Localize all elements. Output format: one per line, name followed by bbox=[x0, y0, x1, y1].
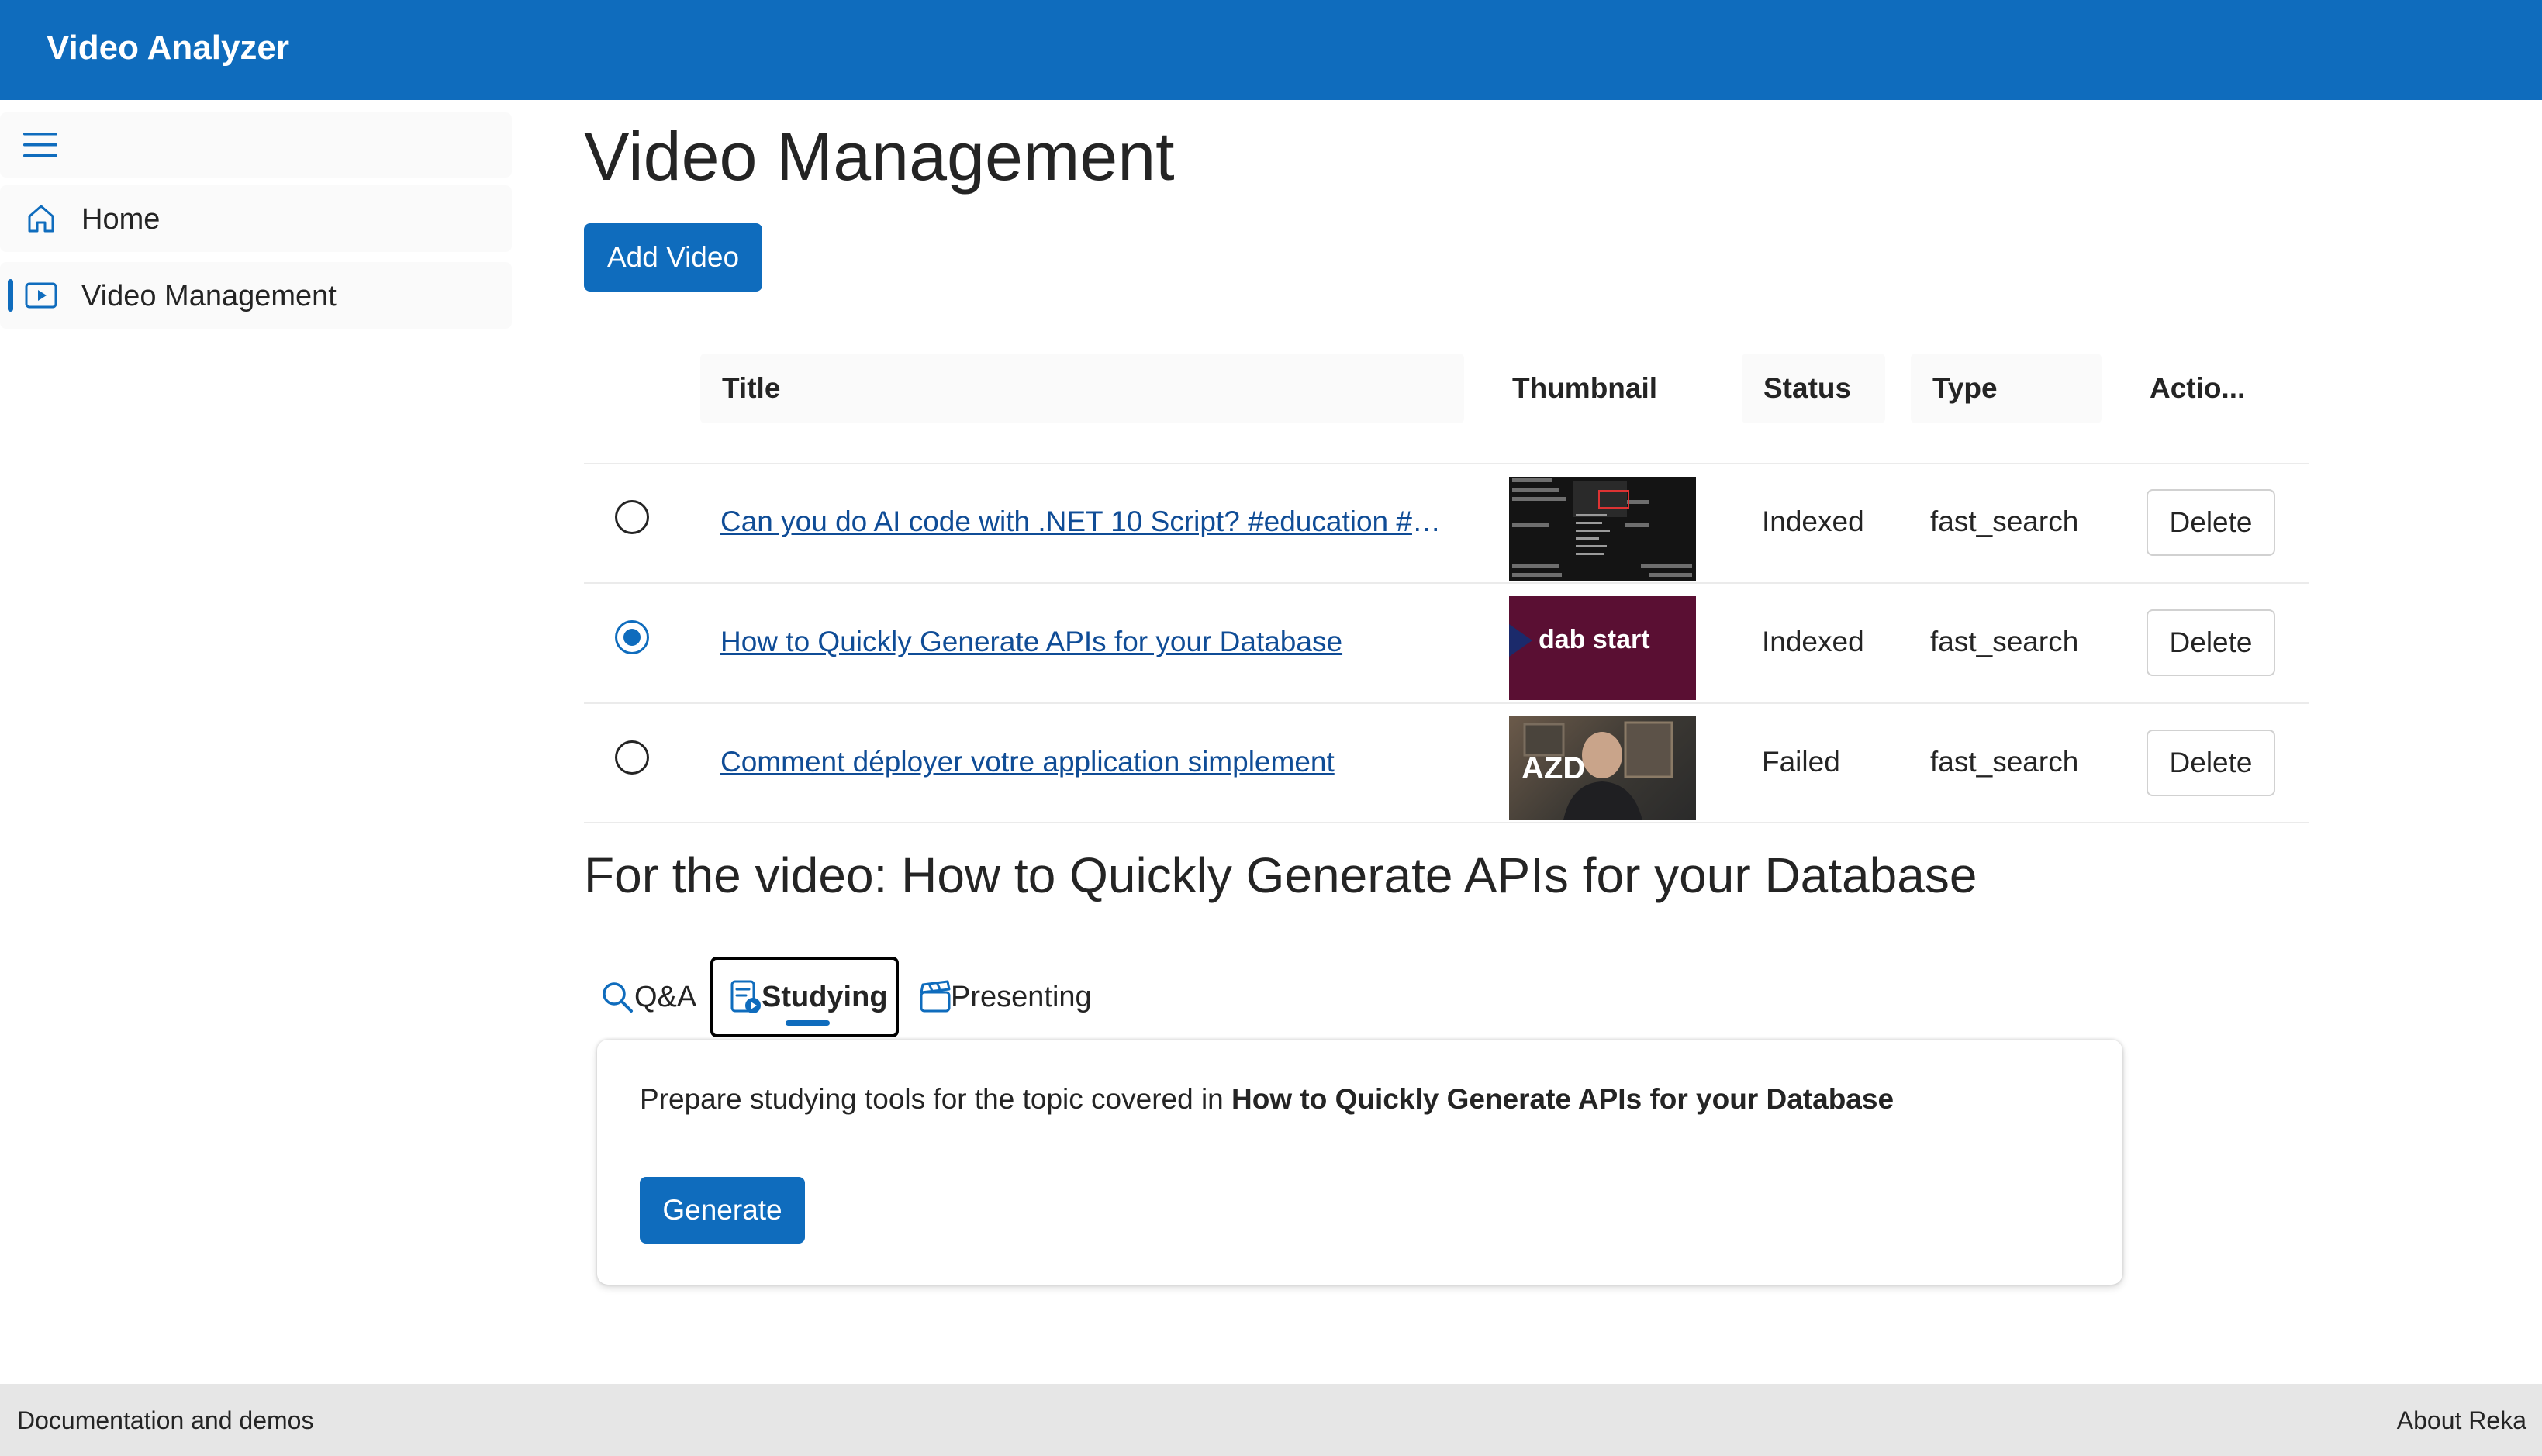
about-link[interactable]: About Reka bbox=[2397, 1406, 2526, 1435]
video-play-icon bbox=[25, 282, 57, 309]
sidebar-item-home[interactable]: Home bbox=[0, 185, 512, 252]
type-cell: fast_search bbox=[1930, 505, 2079, 537]
column-header-title[interactable]: Title bbox=[700, 354, 1464, 423]
documentation-link[interactable]: Documentation and demos bbox=[17, 1406, 313, 1435]
column-header-thumbnail: Thumbnail bbox=[1512, 372, 1658, 404]
row-divider bbox=[584, 582, 2309, 584]
studying-panel: Prepare studying tools for the topic cov… bbox=[597, 1040, 2122, 1285]
tab-studying[interactable]: Studying bbox=[710, 957, 899, 1037]
hamburger-menu-icon bbox=[23, 133, 57, 157]
home-icon bbox=[28, 205, 54, 233]
page-title: Video Management bbox=[584, 118, 1175, 195]
footer: Documentation and demos About Reka bbox=[0, 1384, 2542, 1456]
status-cell: Indexed bbox=[1762, 626, 1864, 657]
type-cell: fast_search bbox=[1930, 626, 2079, 657]
thumbnail-caption: AZD bbox=[1521, 751, 1586, 785]
delete-button[interactable]: Delete bbox=[2147, 489, 2275, 556]
add-video-button[interactable]: Add Video bbox=[584, 223, 762, 292]
app-title: Video Analyzer bbox=[47, 29, 290, 67]
column-header-status[interactable]: Status bbox=[1742, 354, 1885, 423]
hamburger-menu-button[interactable] bbox=[0, 112, 512, 178]
sidebar-item-label: Home bbox=[81, 203, 161, 236]
delete-button[interactable]: Delete bbox=[2147, 609, 2275, 676]
thumbnail-caption: dab start bbox=[1539, 625, 1650, 654]
row-divider bbox=[584, 822, 2309, 823]
sidebar-item-video-management[interactable]: Video Management bbox=[0, 262, 512, 329]
study-notebook-icon bbox=[730, 980, 761, 1013]
video-title-bold: How to Quickly Generate APIs for your Da… bbox=[1231, 1083, 1894, 1115]
dab-start-thumbnail[interactable]: dab start bbox=[1509, 596, 1696, 700]
row-select-radio[interactable] bbox=[615, 500, 649, 534]
delete-button[interactable]: Delete bbox=[2147, 730, 2275, 796]
tab-presenting[interactable]: Presenting bbox=[914, 957, 1107, 1037]
active-indicator bbox=[8, 279, 13, 312]
column-header-actions: Actio... bbox=[2150, 372, 2246, 404]
studying-description: Prepare studying tools for the topic cov… bbox=[640, 1082, 1894, 1116]
row-select-radio[interactable] bbox=[615, 740, 649, 775]
status-cell: Failed bbox=[1762, 746, 1840, 778]
description-prefix: Prepare studying tools for the topic cov… bbox=[640, 1083, 1232, 1115]
generate-button[interactable]: Generate bbox=[640, 1177, 805, 1244]
selected-tab-indicator bbox=[786, 1020, 830, 1026]
tab-label: Presenting bbox=[951, 981, 1092, 1013]
video-title-link[interactable]: Comment déployer votre application simpl… bbox=[720, 745, 1442, 779]
row-divider bbox=[584, 463, 2309, 464]
row-select-radio[interactable] bbox=[615, 620, 649, 654]
app-header: Video Analyzer bbox=[0, 0, 2542, 100]
status-cell: Indexed bbox=[1762, 505, 1864, 537]
row-divider bbox=[584, 702, 2309, 704]
video-title-link[interactable]: How to Quickly Generate APIs for your Da… bbox=[720, 625, 1442, 659]
clapperboard-icon bbox=[920, 980, 951, 1013]
video-title-link[interactable]: Can you do AI code with .NET 10 Script? … bbox=[720, 505, 1442, 539]
code-thumbnail-graphic bbox=[1509, 477, 1696, 581]
search-icon bbox=[603, 982, 633, 1013]
code-editor-thumbnail[interactable] bbox=[1509, 477, 1696, 581]
sidebar-item-label: Video Management bbox=[81, 280, 337, 312]
tab-qa[interactable]: Q&A bbox=[596, 957, 712, 1037]
type-cell: fast_search bbox=[1930, 746, 2079, 778]
tab-label: Q&A bbox=[634, 981, 697, 1013]
azd-presenter-thumbnail[interactable]: AZD bbox=[1509, 716, 1696, 820]
selected-video-heading: For the video: How to Quickly Generate A… bbox=[584, 847, 1977, 903]
column-header-type[interactable]: Type bbox=[1911, 354, 2102, 423]
